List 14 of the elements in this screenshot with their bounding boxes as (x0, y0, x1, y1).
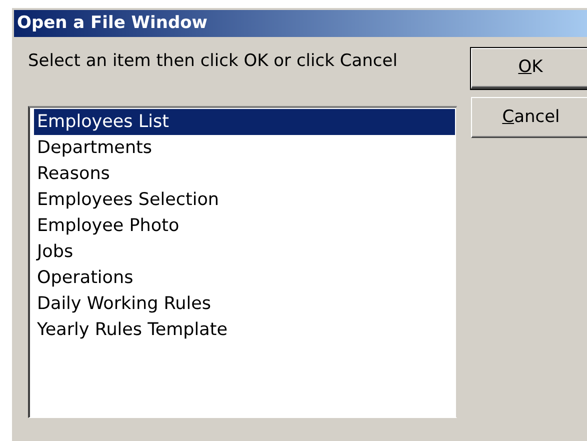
window-title: Open a File Window (14, 10, 587, 37)
list-item[interactable]: Departments (34, 135, 455, 161)
list-item[interactable]: Jobs (34, 239, 455, 265)
list-item[interactable]: Employees Selection (34, 187, 455, 213)
list-item[interactable]: Operations (34, 265, 455, 291)
list-item[interactable]: Daily Working Rules (34, 291, 455, 317)
list-item[interactable]: Employees List (34, 109, 455, 135)
instruction-text: Select an item then click OK or click Cancel (28, 50, 398, 72)
cancel-button[interactable]: Cancel (471, 97, 587, 138)
file-list[interactable]: Employees List Departments Reasons Employees Selection Employee Photo Jobs Operations Daily Working Rules Yearly Rules Template (28, 106, 457, 418)
list-item[interactable]: Employee Photo (34, 213, 455, 239)
list-item[interactable]: Yearly Rules Template (34, 317, 455, 343)
list-item[interactable]: Reasons (34, 161, 455, 187)
ok-button[interactable]: OK (471, 48, 587, 89)
